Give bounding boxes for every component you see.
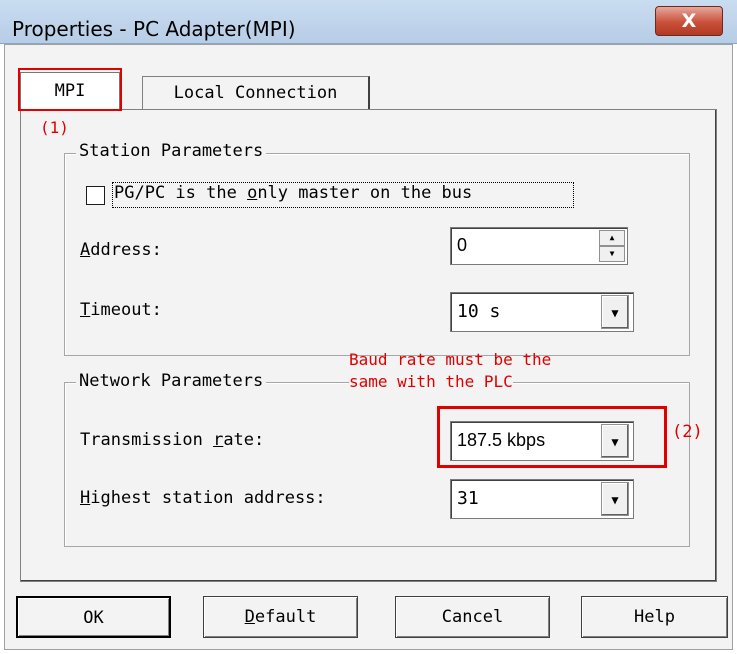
label-text: Transmission xyxy=(80,430,214,450)
title-bar[interactable]: Properties - PC Adapter(MPI) X xyxy=(0,0,737,44)
note-line: same with the PLC xyxy=(349,371,513,393)
mnemonic: T xyxy=(80,300,91,320)
button-label: Cancel xyxy=(441,607,504,627)
label-text: ddress: xyxy=(90,240,162,260)
button-label: OK xyxy=(83,608,104,628)
cancel-button[interactable]: Cancel xyxy=(395,596,550,638)
ok-button[interactable]: OK xyxy=(16,596,171,638)
address-value: 0 xyxy=(457,235,468,255)
highest-station-value: 31 xyxy=(457,488,479,509)
chevron-down-icon[interactable]: ▼ xyxy=(601,295,629,329)
label-text: PG/PC is the xyxy=(114,183,248,203)
mnemonic: H xyxy=(80,488,91,508)
transmission-rate-label: Transmission rate: xyxy=(80,430,264,450)
address-spinner[interactable]: 0 ▲ ▼ xyxy=(450,227,628,265)
close-button[interactable]: X xyxy=(655,6,723,36)
window-title: Properties - PC Adapter(MPI) xyxy=(12,17,296,41)
note-line: Baud rate must be the xyxy=(349,350,552,369)
button-label: Help xyxy=(634,607,675,627)
highest-station-dropdown[interactable]: 31 ▼ xyxy=(450,479,634,519)
spin-down-icon[interactable]: ▼ xyxy=(599,246,625,262)
highest-station-label: Highest station address: xyxy=(80,488,326,508)
spin-up-icon[interactable]: ▲ xyxy=(599,230,625,246)
annotation-marker-2: (2) xyxy=(672,422,703,442)
help-button[interactable]: Help xyxy=(581,596,728,638)
annotation-highlight-mpi-tab xyxy=(18,68,122,111)
mnemonic: r xyxy=(213,430,224,450)
annotation-baud-rate-note: Baud rate must be the same with the PLC xyxy=(349,349,551,393)
only-master-label[interactable]: PG/PC is the only master on the bus xyxy=(114,183,472,203)
chevron-down-icon[interactable]: ▼ xyxy=(601,482,629,516)
mnemonic: D xyxy=(244,607,255,627)
network-parameters-label: Network Parameters xyxy=(76,371,267,391)
label-text: nly master on the bus xyxy=(257,183,473,203)
station-parameters-label: Station Parameters xyxy=(76,141,267,161)
label-text: ate: xyxy=(223,430,265,450)
properties-dialog: Properties - PC Adapter(MPI) X Local Con… xyxy=(0,0,737,654)
default-button[interactable]: Default xyxy=(203,596,358,638)
timeout-value: 10 s xyxy=(457,301,501,322)
timeout-dropdown[interactable]: 10 s ▼ xyxy=(450,292,634,332)
close-icon: X xyxy=(681,10,697,32)
address-label: Address: xyxy=(80,240,162,260)
tab-local-connection[interactable]: Local Connection xyxy=(142,76,370,110)
label-text: imeout: xyxy=(90,300,162,320)
button-label: efault xyxy=(254,607,317,627)
tab-label: Local Connection xyxy=(173,83,338,103)
label-text: ighest station address: xyxy=(90,488,326,508)
timeout-label: Timeout: xyxy=(80,300,162,320)
mnemonic: A xyxy=(80,240,91,260)
only-master-checkbox[interactable] xyxy=(86,186,105,205)
annotation-marker-1: (1) xyxy=(40,118,69,137)
mnemonic: o xyxy=(247,183,258,203)
annotation-highlight-rate xyxy=(437,406,667,468)
